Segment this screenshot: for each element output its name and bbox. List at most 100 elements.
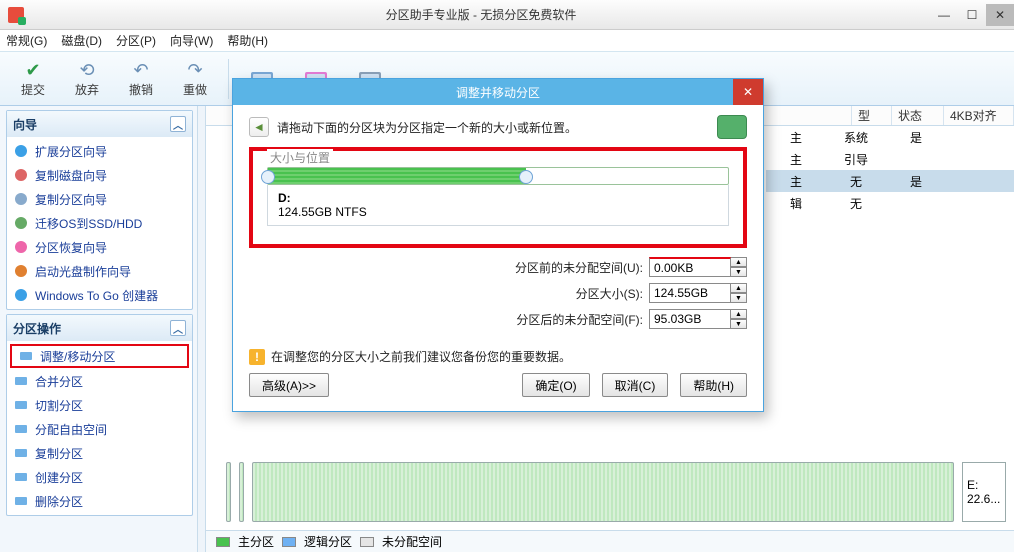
collapse-icon[interactable]: ︿ [170,320,186,336]
size-input[interactable] [649,283,731,303]
swatch-free [360,537,374,547]
item-icon [13,445,29,461]
ops-item[interactable]: 切割分区 [7,393,192,417]
dialog-footer: 高级(A)>> 确定(O) 取消(C) 帮助(H) [249,373,747,397]
spinner[interactable]: ▲▼ [731,309,747,329]
disk-seg[interactable] [226,462,231,522]
item-icon [13,469,29,485]
drive-info: 124.55GB NTFS [278,205,367,219]
menubar: 常规(G) 磁盘(D) 分区(P) 向导(W) 帮助(H) [0,30,1014,52]
disk-seg[interactable] [239,462,244,522]
th-type[interactable]: 型 [852,106,892,125]
resize-dialog: 调整并移动分区 ✕ ◄ 请拖动下面的分区块为分区指定一个新的大小或新位置。 大小… [232,78,764,412]
slider-handle-left[interactable] [261,170,275,184]
ops-item[interactable]: 复制分区 [7,441,192,465]
undo-button[interactable]: ↶撤销 [114,55,168,103]
item-icon [13,143,29,159]
titlebar: 分区助手专业版 - 无损分区免费软件 — ☐ ✕ [0,0,1014,30]
table-rows: 主系统是主引导主无是辑无 [766,126,1014,214]
item-icon [13,215,29,231]
field-before: 分区前的未分配空间(U): ▲▼ [249,254,747,280]
partition-slider[interactable] [267,167,729,185]
item-icon [18,348,34,364]
menu-disk[interactable]: 磁盘(D) [61,32,102,49]
back-arrow-icon[interactable]: ◄ [249,117,269,137]
item-icon [13,167,29,183]
dialog-body: ◄ 请拖动下面的分区块为分区指定一个新的大小或新位置。 大小与位置 D: 124… [233,105,763,411]
disk-label[interactable]: E:22.6... [962,462,1006,522]
ops-item[interactable]: 合并分区 [7,369,192,393]
commit-button[interactable]: ✔提交 [6,55,60,103]
warning-text: 在调整您的分区大小之前我们建议您备份您的重要数据。 [271,348,571,365]
wizard-item[interactable]: Windows To Go 创建器 [7,283,192,307]
wizard-header[interactable]: 向导︿ [7,111,192,137]
item-icon [13,239,29,255]
spinner[interactable]: ▲▼ [731,257,747,277]
warning-icon: ! [249,349,265,365]
after-input[interactable] [649,309,731,329]
dialog-instruction: 请拖动下面的分区块为分区指定一个新的大小或新位置。 [277,119,709,136]
ops-item[interactable]: 调整/移动分区 [10,344,189,368]
partition-info: D: 124.55GB NTFS [267,185,729,226]
swatch-logic [282,537,296,547]
ok-button[interactable]: 确定(O) [522,373,589,397]
disk-icon [717,115,747,139]
dialog-title: 调整并移动分区 ✕ [233,79,763,105]
wizard-item[interactable]: 分区恢复向导 [7,235,192,259]
ops-header[interactable]: 分区操作︿ [7,315,192,341]
group-label: 大小与位置 [267,149,333,166]
table-row[interactable]: 主引导 [766,148,1014,170]
advanced-button[interactable]: 高级(A)>> [249,373,329,397]
discard-button[interactable]: ⟲放弃 [60,55,114,103]
field-size: 分区大小(S): ▲▼ [249,280,747,306]
fields: 分区前的未分配空间(U): ▲▼ 分区大小(S): ▲▼ 分区后的未分配空间(F… [249,254,747,332]
wizard-item[interactable]: 扩展分区向导 [7,139,192,163]
warning-row: ! 在调整您的分区大小之前我们建议您备份您的重要数据。 [249,348,747,365]
slider-handle-right[interactable] [519,170,533,184]
table-row[interactable]: 主系统是 [766,126,1014,148]
wizard-panel: 向导︿ 扩展分区向导复制磁盘向导复制分区向导迁移OS到SSD/HDD分区恢复向导… [6,110,193,310]
menu-partition[interactable]: 分区(P) [116,32,156,49]
disk-seg[interactable] [252,462,954,522]
menu-wizard[interactable]: 向导(W) [170,32,213,49]
collapse-icon[interactable]: ︿ [170,116,186,132]
field-after: 分区后的未分配空间(F): ▲▼ [249,306,747,332]
before-input[interactable] [649,257,731,277]
dialog-instruction-row: ◄ 请拖动下面的分区块为分区指定一个新的大小或新位置。 [249,115,747,139]
wizard-item[interactable]: 启动光盘制作向导 [7,259,192,283]
wizard-item[interactable]: 复制磁盘向导 [7,163,192,187]
table-row[interactable]: 主无是 [766,170,1014,192]
ops-panel: 分区操作︿ 调整/移动分区合并分区切割分区分配自由空间复制分区创建分区删除分区 [6,314,193,516]
redo-icon: ↷ [184,59,206,81]
help-button[interactable]: 帮助(H) [680,373,747,397]
splitter[interactable] [198,106,206,552]
slider-fill [268,168,526,184]
dialog-close-button[interactable]: ✕ [733,79,763,105]
app-icon [8,7,24,23]
redo-button[interactable]: ↷重做 [168,55,222,103]
item-icon [13,191,29,207]
window-controls: — ☐ ✕ [930,4,1014,26]
table-row[interactable]: 辑无 [766,192,1014,214]
ops-item[interactable]: 分配自由空间 [7,417,192,441]
menu-general[interactable]: 常规(G) [6,32,47,49]
spinner[interactable]: ▲▼ [731,283,747,303]
wizard-item[interactable]: 复制分区向导 [7,187,192,211]
minimize-button[interactable]: — [930,4,958,26]
item-icon [13,397,29,413]
refresh-icon: ⟲ [76,59,98,81]
item-icon [13,287,29,303]
ops-item[interactable]: 删除分区 [7,489,192,513]
wizard-item[interactable]: 迁移OS到SSD/HDD [7,211,192,235]
menu-help[interactable]: 帮助(H) [227,32,268,49]
check-icon: ✔ [22,59,44,81]
maximize-button[interactable]: ☐ [958,4,986,26]
item-icon [13,373,29,389]
ops-item[interactable]: 创建分区 [7,465,192,489]
cancel-button[interactable]: 取消(C) [602,373,669,397]
th-4kb[interactable]: 4KB对齐 [944,106,1014,125]
close-button[interactable]: ✕ [986,4,1014,26]
size-position-group: 大小与位置 D: 124.55GB NTFS [249,147,747,248]
drive-letter: D: [278,191,291,205]
th-status[interactable]: 状态 [892,106,944,125]
